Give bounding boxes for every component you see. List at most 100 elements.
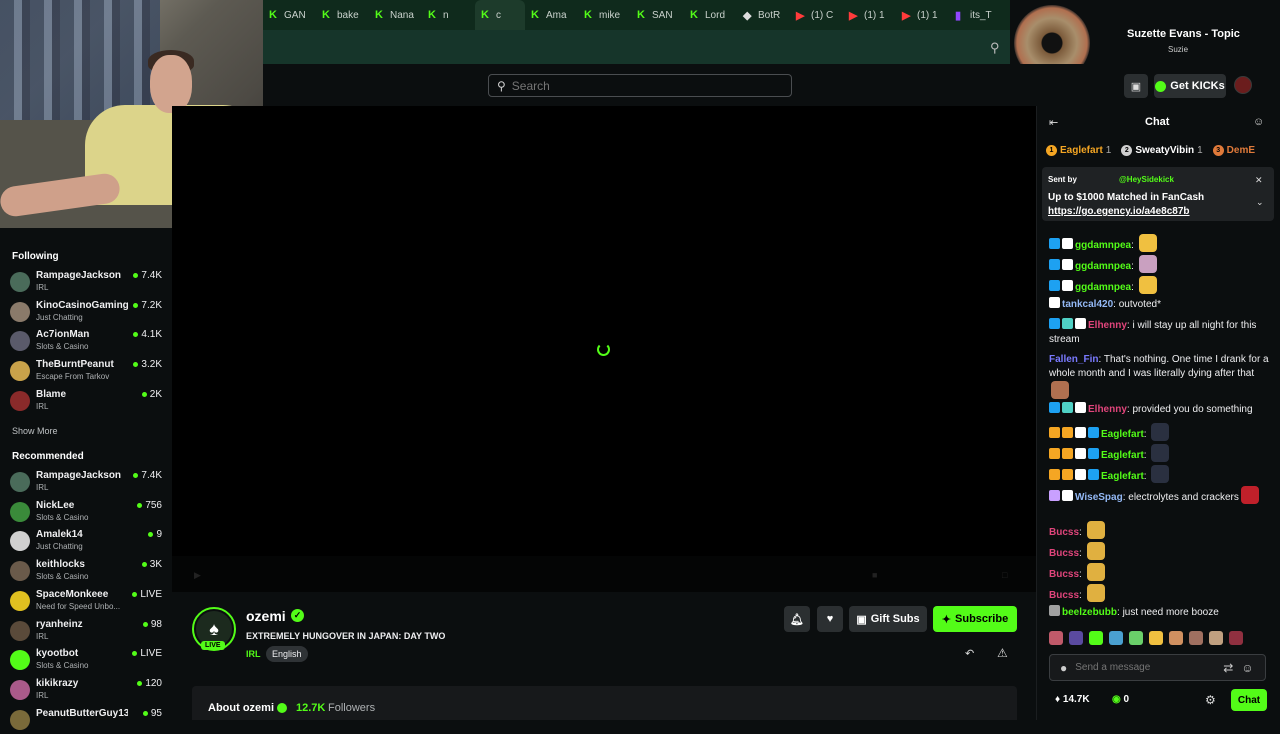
chat-username[interactable]: ggdamnpea [1075,261,1131,272]
sidebar-channel[interactable]: KinoCasinoGaming Just Chatting 7.2K [10,298,162,326]
report-icon[interactable]: ⚠ [997,646,1008,660]
browser-tab[interactable]: K SAN [631,0,684,30]
chat-message[interactable]: Eaglefart: [1049,423,1273,442]
sidebar-channel[interactable]: Amalek14 Just Chatting 9 [10,527,162,555]
emote-icon[interactable] [1069,631,1083,645]
chat-message[interactable]: Elhenny: i will stay up all night for th… [1049,318,1273,347]
emote-icon[interactable] [1169,631,1183,645]
chat-message[interactable]: WiseSpag: electrolytes and crackers [1049,486,1273,505]
chat-username[interactable]: WiseSpag [1075,492,1123,503]
top-gifter[interactable]: 2 SweatyVibin 1 [1121,142,1203,158]
hide-pin-icon[interactable]: ✕ [1255,175,1263,186]
chat-username[interactable]: Bucss [1049,569,1079,580]
emote-icon[interactable] [1129,631,1143,645]
chat-username[interactable]: Bucss [1049,548,1079,559]
emote-icon[interactable] [1189,631,1203,645]
chat-message[interactable]: Bucss: [1049,542,1273,561]
show-more-link[interactable]: Show More [12,426,58,436]
volume-icon[interactable]: ■ [872,570,877,580]
collapse-chat-icon[interactable]: ⇤ [1049,116,1058,129]
subscribe-button[interactable]: ✦ Subscribe [933,606,1017,632]
chat-send-button[interactable]: Chat [1231,689,1267,711]
chat-username[interactable]: Eaglefart [1101,429,1144,440]
top-gifter[interactable]: 1 Eaglefart 1 [1046,142,1111,158]
gift-subs-button[interactable]: ▣ Gift Subs [849,606,927,632]
chat-input-box[interactable]: ● ⇄ ☺ [1049,654,1266,681]
gear-icon[interactable]: ⚙ [1205,693,1216,707]
emote-icon[interactable] [1229,631,1243,645]
follow-button[interactable]: ♥ [817,606,843,632]
sidebar-channel[interactable]: ryanheinz IRL 98 [10,617,162,645]
browser-tab[interactable]: ▶ (1) 1 [843,0,896,30]
play-icon[interactable]: ▶ [194,570,201,581]
user-avatar[interactable] [1234,76,1252,94]
sidebar-channel[interactable]: TheBurntPeanut Escape From Tarkov 3.2K [10,357,162,385]
get-kicks-button[interactable]: Get KICKs [1154,74,1226,98]
browser-tab[interactable]: Kbake [316,0,369,30]
sidebar-channel[interactable]: NickLee Slots & Casino 756 [10,498,162,526]
chat-username[interactable]: Elhenny [1088,404,1127,415]
sidebar-channel[interactable]: Blame IRL 2K [10,387,162,415]
chat-username[interactable]: ggdamnpea [1075,240,1131,251]
emoji-icon[interactable]: ☺ [1241,661,1253,675]
chat-username[interactable]: Elhenny [1088,320,1127,331]
chevron-down-icon[interactable]: ⌄ [1256,197,1264,208]
fullscreen-icon[interactable]: □ [1002,570,1007,580]
sidebar-channel[interactable]: Ac7ionMan Slots & Casino 4.1K [10,327,162,355]
browser-tab[interactable]: K Lord [684,0,737,30]
emote-icon[interactable] [1149,631,1163,645]
browser-tab[interactable]: ▮ its_T [949,0,1002,30]
browser-tab[interactable]: K Ama [525,0,578,30]
chat-username[interactable]: tankcal420 [1062,299,1113,310]
chat-message[interactable]: Bucss: [1049,563,1273,582]
browser-tab[interactable]: K GAN [263,0,316,30]
chat-username[interactable]: Bucss [1049,590,1079,601]
pinned-link[interactable]: https://go.egency.io/a4e8c87b [1048,206,1190,217]
emote-icon[interactable] [1089,631,1103,645]
notification-button[interactable]: 🔔︎ [784,606,810,632]
theater-mode-button[interactable]: ▣ [1124,74,1148,98]
browser-tab[interactable]: Kmike [578,0,631,30]
chat-message[interactable]: Bucss: [1049,521,1273,540]
share-icon[interactable]: ↶ [965,647,974,660]
search-icon[interactable]: ⚲ [990,40,1000,56]
search-box[interactable]: ⚲ [488,74,792,97]
emote-icon[interactable] [1049,631,1063,645]
pinned-user[interactable]: @HeySidekick [1119,175,1174,184]
browser-tab[interactable]: ▶ (1) C [790,0,843,30]
chat-username[interactable]: Fallen_Fin [1049,354,1098,365]
chat-username[interactable]: Eaglefart [1101,450,1144,461]
translate-icon[interactable]: ⇄ [1223,661,1233,675]
category-link[interactable]: IRL [246,649,261,659]
sidebar-channel[interactable]: SpaceMonkeee Need for Speed Unbo... LIVE [10,587,162,615]
browser-tab[interactable]: Kn [422,0,475,30]
sidebar-channel[interactable]: kikikrazy IRL 120 [10,676,162,704]
chat-username[interactable]: Bucss [1049,527,1079,538]
chat-message[interactable]: ggdamnpea: [1049,276,1273,295]
chat-message[interactable]: beelzebubb: just need more booze [1049,605,1273,620]
chat-message[interactable]: Bucss: [1049,584,1273,603]
chat-username[interactable]: beelzebubb [1062,607,1117,618]
browser-tab[interactable]: ▶ (1) 1 [896,0,949,30]
chat-username[interactable]: ggdamnpea [1075,282,1131,293]
emote-icon[interactable] [1209,631,1223,645]
chat-message[interactable]: Eaglefart: [1049,465,1273,484]
chat-username[interactable]: Eaglefart [1101,471,1144,482]
search-input[interactable] [511,78,772,93]
chat-message[interactable]: ggdamnpea: [1049,255,1273,274]
chat-message[interactable]: tankcal420: outvoted* [1049,297,1273,312]
emote-icon[interactable] [1109,631,1123,645]
top-gifter[interactable]: 3 DemE [1212,142,1258,158]
browser-tab[interactable]: Kc [475,0,525,30]
chat-users-icon[interactable]: ☺ [1253,116,1264,128]
chat-message[interactable]: Eaglefart: [1049,444,1273,463]
browser-tab[interactable]: ◆ BotR [737,0,790,30]
chat-message[interactable]: ggdamnpea: [1049,234,1273,253]
sidebar-channel[interactable]: RampageJackson IRL 7.4K [10,268,162,296]
chat-message[interactable]: Fallen_Fin: That's nothing. One time I d… [1049,353,1273,400]
sidebar-channel[interactable]: keithlocks Slots & Casino 3K [10,557,162,585]
sidebar-channel[interactable]: kyootbot Slots & Casino LIVE [10,646,162,674]
browser-tab[interactable]: K Nana [369,0,422,30]
sidebar-channel[interactable]: RampageJackson IRL 7.4K [10,468,162,496]
chat-input[interactable] [1075,662,1216,673]
